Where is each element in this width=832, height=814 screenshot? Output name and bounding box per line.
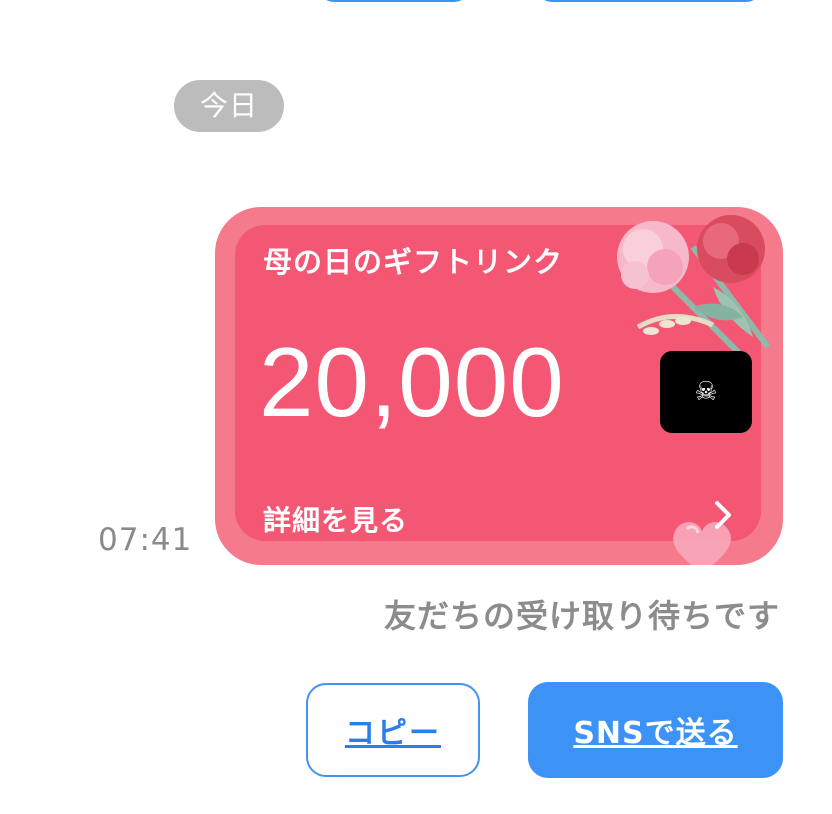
copy-button-label: コピー [345,716,441,751]
chevron-right-icon[interactable] [709,499,737,531]
sns-button-label: SNSで送る [573,716,738,751]
gift-link-card[interactable]: 母の日のギフトリンク 20,000 ☠ 詳細を見る [215,207,783,565]
gift-card-title: 母の日のギフトリンク [263,245,564,279]
pirate-flag-icon: ☠ [660,351,752,433]
coin-icon-glyph: ☠ [694,377,718,407]
waiting-status: 友だちの受け取り待ちです [383,597,780,635]
detail-link[interactable]: 詳細を見る [263,499,408,539]
gift-amount: 20,000 [259,327,565,437]
chat-screen: 今日 07:41 母の日のギフトリンク 20,000 ☠ 詳細を見る 友だちの受… [0,0,832,814]
date-separator: 今日 [174,80,284,132]
copy-button[interactable]: コピー [306,683,480,777]
carnation-flowers-icon [617,215,771,360]
previous-sns-button[interactable] [536,0,762,2]
message-timestamp: 07:41 [98,522,193,558]
previous-copy-button[interactable] [318,0,470,2]
send-sns-button[interactable]: SNSで送る [528,682,783,778]
